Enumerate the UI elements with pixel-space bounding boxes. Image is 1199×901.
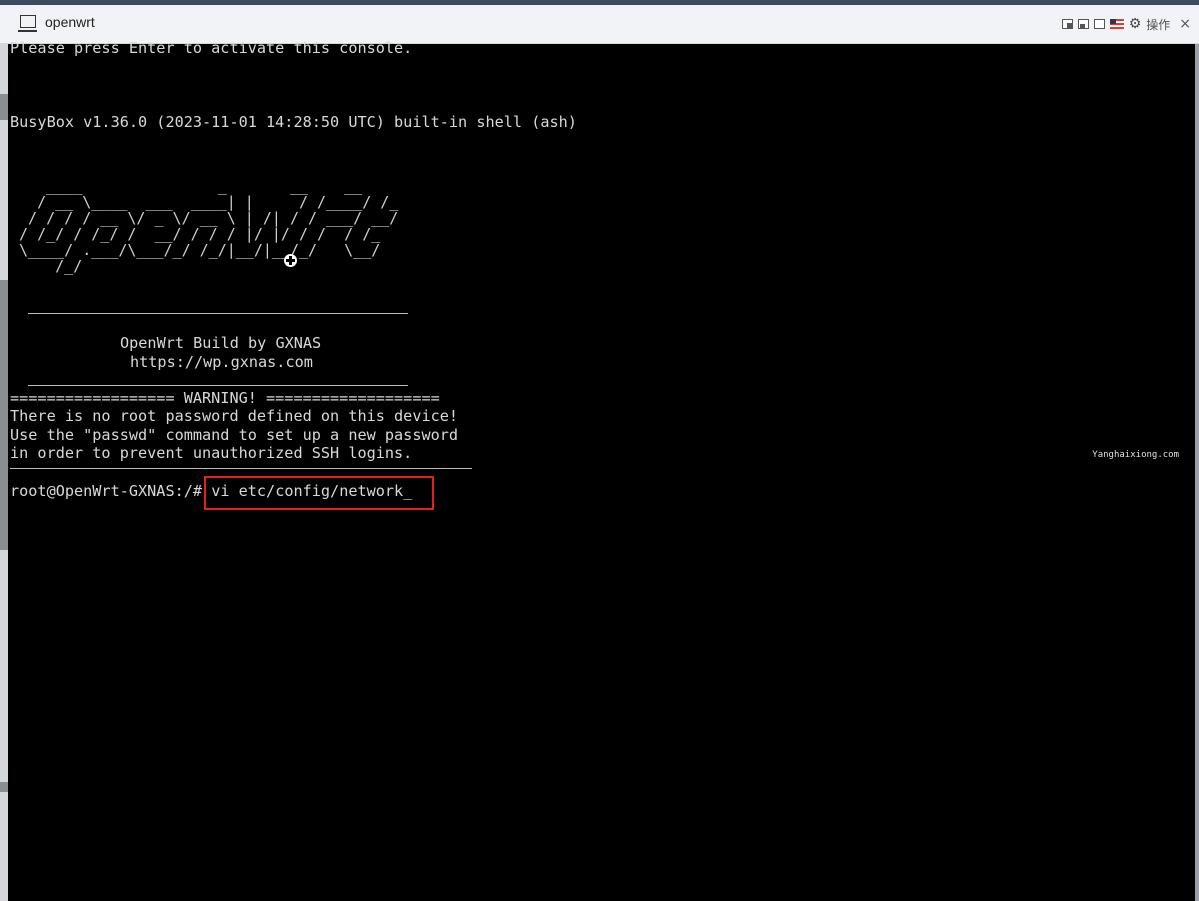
right-border <box>1195 44 1199 901</box>
build-url-text: https://wp.gxnas.com <box>130 353 313 371</box>
monitor-icon <box>18 15 37 32</box>
operations-menu[interactable]: 操作 <box>1146 16 1170 33</box>
border-segment <box>0 94 8 120</box>
console-line-busybox: BusyBox v1.36.0 (2023-11-01 14:28:50 UTC… <box>10 113 577 131</box>
prompt-text: root@OpenWrt-GXNAS:/# <box>10 482 203 500</box>
console-window: openwrt ⚙ 操作 × Please press Enter to act… <box>0 0 1199 901</box>
mouse-cursor-icon <box>284 254 297 267</box>
minimize-window-icon[interactable] <box>1077 19 1089 29</box>
border-segment <box>0 280 8 550</box>
window-titlebar: openwrt ⚙ 操作 × <box>0 0 1199 44</box>
close-button[interactable]: × <box>1179 16 1191 32</box>
titlebar-controls: ⚙ 操作 × <box>1061 15 1191 33</box>
left-border <box>0 44 8 901</box>
console-line-press-enter: Please press Enter to activate this cons… <box>10 39 413 57</box>
gear-icon[interactable]: ⚙ <box>1129 16 1142 32</box>
warning-header: ================== WARNING! ============… <box>10 389 440 407</box>
openwrt-ascii-logo: ____ _ __ __ / __ \____ ___ ____| | / /_… <box>19 177 399 275</box>
watermark-text: Yanghaixiong.com <box>1092 450 1179 460</box>
warning-line-1: There is no root password defined on thi… <box>10 407 459 425</box>
command-highlight-box <box>204 476 434 510</box>
separator-line <box>28 313 408 314</box>
terminal-console[interactable]: Please press Enter to activate this cons… <box>8 39 1195 901</box>
window-title: openwrt <box>45 14 95 30</box>
separator-line <box>28 385 408 386</box>
warning-footer-line <box>10 468 472 469</box>
border-segment <box>0 782 8 792</box>
warning-line-2: Use the "passwd" command to set up a new… <box>10 426 459 444</box>
maximize-window-icon[interactable] <box>1093 19 1105 29</box>
warning-line-3: in order to prevent unauthorized SSH log… <box>10 444 413 462</box>
build-by-text: OpenWrt Build by GXNAS <box>120 334 322 352</box>
restore-window-icon[interactable] <box>1061 19 1073 29</box>
us-flag-icon[interactable] <box>1109 19 1124 29</box>
